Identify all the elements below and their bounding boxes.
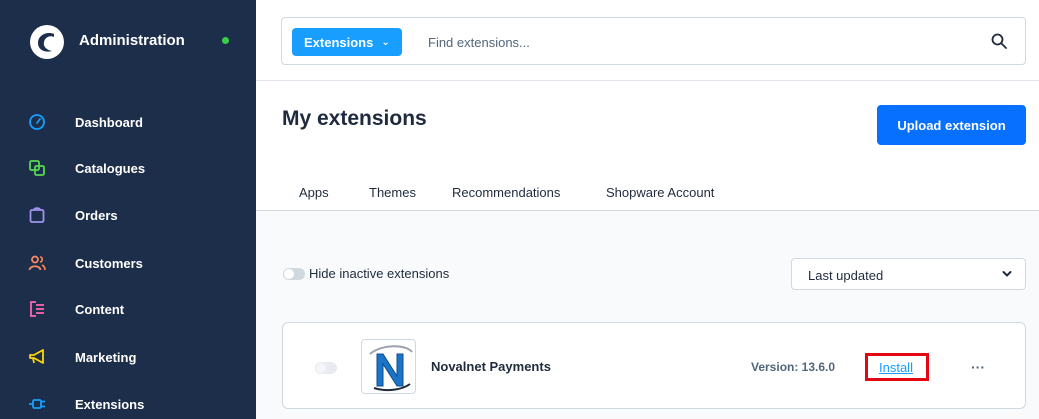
content-icon	[30, 301, 44, 317]
sidebar-item-orders[interactable]: Orders	[0, 195, 256, 235]
catalogue-icon	[29, 160, 45, 176]
novalnet-logo-icon	[361, 339, 416, 394]
sort-select[interactable]: Last updated	[791, 258, 1026, 290]
sidebar-item-content[interactable]: Content	[0, 289, 256, 329]
sidebar-item-label: Content	[75, 302, 125, 317]
search-icon[interactable]	[990, 32, 1008, 50]
admin-title: Administration	[79, 32, 185, 49]
tab-apps[interactable]: Apps	[284, 185, 344, 214]
search-type-button[interactable]: Extensions ⌄	[292, 28, 402, 56]
sort-value: Last updated	[808, 268, 884, 283]
search-type-label: Extensions	[304, 34, 374, 50]
more-options-icon[interactable]: ···	[971, 359, 985, 375]
shopping-bag-icon	[29, 207, 45, 223]
users-icon	[28, 255, 46, 271]
search-input[interactable]	[428, 30, 948, 54]
sidebar-item-label: Catalogues	[75, 161, 146, 176]
sidebar-header: Administration	[0, 0, 256, 82]
megaphone-icon	[29, 349, 44, 364]
chevron-down-icon: ⌄	[381, 36, 390, 48]
sidebar-item-extensions[interactable]: Extensions	[0, 384, 256, 419]
tab-shopware-account[interactable]: Shopware Account	[606, 185, 714, 213]
upload-extension-button[interactable]: Upload extension	[877, 105, 1026, 145]
sidebar-item-label: Marketing	[75, 350, 137, 365]
sidebar-item-label: Customers	[75, 256, 143, 271]
status-dot	[222, 37, 229, 44]
sidebar-item-label: Orders	[75, 208, 118, 223]
sidebar-item-catalogues[interactable]: Catalogues	[0, 148, 256, 188]
extension-card: Novalnet Payments Version: 13.6.0 Instal…	[282, 322, 1026, 409]
sidebar-item-dashboard[interactable]: Dashboard	[0, 102, 256, 142]
extension-tabs: Apps Themes Recommendations Shopware Acc…	[282, 182, 1026, 214]
sidebar-item-label: Extensions	[75, 397, 145, 412]
tab-recommendations[interactable]: Recommendations	[452, 185, 560, 213]
hide-inactive-label: Hide inactive extensions	[309, 266, 450, 281]
sidebar-item-marketing[interactable]: Marketing	[0, 337, 256, 377]
extension-version: Version: 13.6.0	[751, 360, 836, 374]
hide-inactive-toggle[interactable]	[283, 268, 305, 280]
sidebar-item-label: Dashboard	[75, 115, 143, 130]
header-divider	[256, 80, 1039, 81]
dashboard-gauge-icon	[29, 114, 45, 130]
extension-name: Novalnet Payments	[431, 359, 551, 374]
global-search-bar: Extensions ⌄	[281, 17, 1026, 65]
sidebar-item-customers[interactable]: Customers	[0, 243, 256, 283]
sidebar: Administration Dashboard Catalogues Orde…	[0, 0, 256, 419]
chevron-down-icon	[1002, 271, 1012, 277]
page-title: My extensions	[282, 107, 427, 130]
tab-themes[interactable]: Themes	[369, 185, 416, 213]
install-link[interactable]: Install	[879, 360, 913, 375]
plug-icon	[29, 399, 45, 409]
shopware-logo-icon[interactable]	[30, 25, 64, 59]
extension-active-toggle[interactable]	[315, 362, 337, 374]
